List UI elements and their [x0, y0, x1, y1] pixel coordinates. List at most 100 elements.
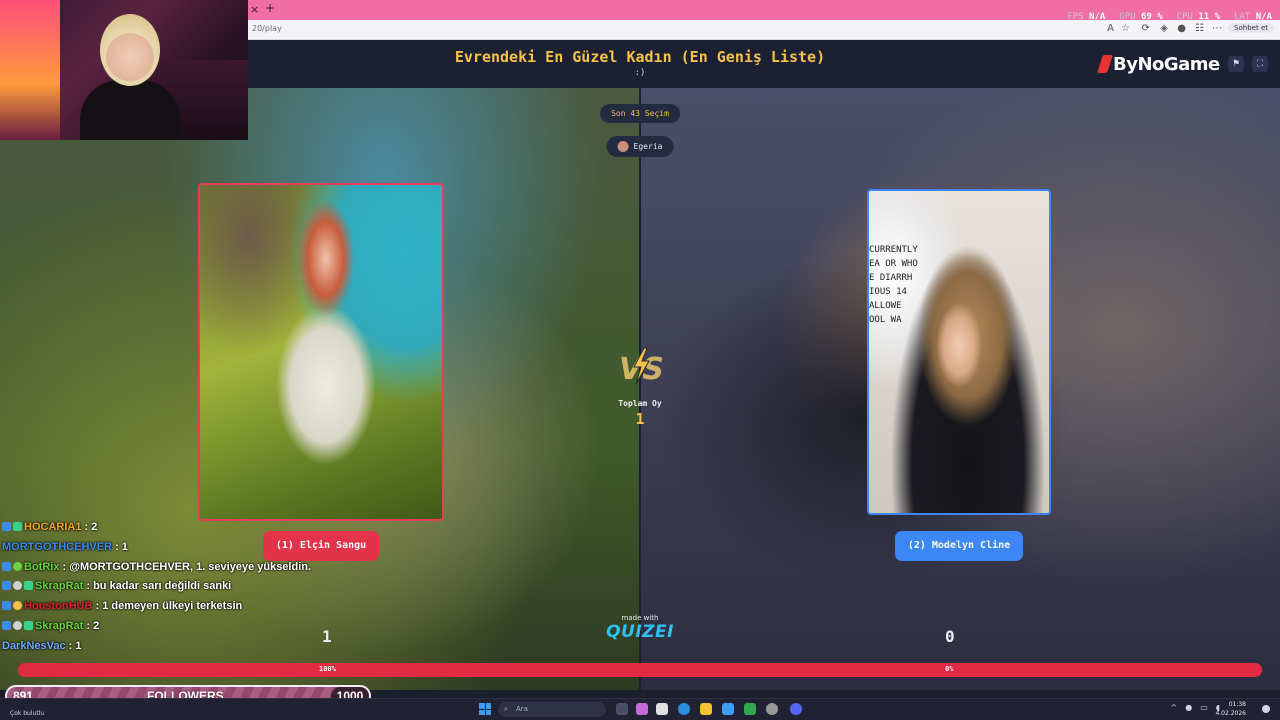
- chat-message: SkrapRat : 2: [2, 617, 322, 637]
- network-icon[interactable]: ▭: [1200, 703, 1208, 712]
- badge-icon: [13, 601, 22, 611]
- made-with-label: made with: [621, 614, 659, 622]
- chat-user: SkrapRat: [35, 619, 84, 632]
- notification-icon[interactable]: [1262, 705, 1270, 713]
- quizei-logo[interactable]: QUIZEI: [600, 622, 680, 642]
- url-text[interactable]: 20/play: [252, 24, 282, 33]
- weather-text[interactable]: Çok bulutlu: [10, 710, 44, 717]
- search-icon: ⌕: [504, 705, 508, 713]
- webcam-overlay: [0, 0, 248, 140]
- chat-text: : 2: [84, 521, 98, 533]
- user-pill[interactable]: Egeria: [606, 136, 674, 157]
- chevron-up-icon[interactable]: ^: [1171, 703, 1178, 712]
- total-votes-label: Toplam Oy: [618, 399, 662, 408]
- lat-label: LAT: [1234, 12, 1251, 22]
- chat-user: HOCARIA1: [24, 521, 82, 533]
- store-icon[interactable]: [656, 703, 668, 715]
- file-explorer-icon[interactable]: [700, 703, 712, 715]
- cpu-label: CPU: [1176, 12, 1193, 22]
- gpu-value: 69 %: [1140, 12, 1163, 22]
- chat-text: : 1 demeyen ülkeyi terketsin: [95, 600, 243, 613]
- refresh-icon[interactable]: ⟳: [1142, 23, 1150, 34]
- task-view-icon[interactable]: [616, 703, 628, 715]
- recent-choices-pill[interactable]: Son 43 Seçim: [600, 104, 680, 123]
- badge-icon: [13, 581, 22, 591]
- verified-icon: [13, 561, 22, 571]
- taskbar: Çok bulutlu ⌕ Ara ^ ● ▭ ◖ 01:38 4.02.2026: [0, 698, 1280, 720]
- right-candidate-photo[interactable]: CURRENTLY EA OR WHO E DIARRH IOUS 14 ALL…: [867, 189, 1051, 515]
- badge-icon: [13, 620, 22, 630]
- lat-value: N/A: [1255, 12, 1272, 22]
- right-percent: 0%: [945, 665, 954, 673]
- photo-sign-text: CURRENTLY EA OR WHO E DIARRH IOUS 14 ALL…: [869, 245, 918, 325]
- chat-user: BotRix: [24, 560, 60, 573]
- chat-button[interactable]: Sohbet et: [1228, 23, 1274, 33]
- app-icon[interactable]: [766, 703, 778, 715]
- flag-icon[interactable]: ⚑: [1228, 56, 1244, 72]
- discord-icon[interactable]: [790, 703, 802, 715]
- vote-progress-bar: 100% 0%: [18, 663, 1262, 677]
- chat-text: : @MORTGOTHCEHVER, 1. seviyeye yükseldin…: [62, 560, 312, 573]
- chat-text: : 1: [68, 639, 82, 652]
- bynogame-logo[interactable]: ByNoGame: [1097, 54, 1220, 75]
- copilot-icon[interactable]: [636, 703, 648, 715]
- new-tab-icon[interactable]: +: [265, 1, 275, 15]
- gpu-label: GPU: [1119, 12, 1136, 22]
- chat-message: DarkNesVac : 1: [2, 637, 322, 657]
- brand-name: ByNoGame: [1113, 54, 1220, 75]
- favorite-icon[interactable]: ☆: [1121, 23, 1130, 34]
- stream-chat: HOCARIA1 : 2 MORTGOTHCEHVER : 1 BotRix :…: [2, 518, 322, 657]
- chat-user: DarkNesVac: [2, 639, 66, 652]
- right-candidate-button[interactable]: (2) Modelyn Cline: [895, 531, 1023, 561]
- chat-message: MORTGOTHCEHVER : 1: [2, 538, 322, 558]
- badge-icon: [2, 601, 11, 611]
- more-icon[interactable]: ⋯: [1212, 23, 1222, 34]
- clock-date: 4.02.2026: [1215, 710, 1246, 717]
- clock-time: 01:38: [1228, 701, 1246, 708]
- address-bar[interactable]: 20/play A ☆ ⟳ ◈ ● ☷ ⋯ Sohbet et: [248, 20, 1280, 40]
- badge-icon: [2, 620, 11, 630]
- collections-icon[interactable]: ☷: [1195, 23, 1204, 34]
- user-name: Egeria: [633, 142, 663, 151]
- chat-text: : bu kadar sarı değildi sanki: [86, 580, 232, 593]
- left-percent: 100%: [319, 665, 336, 673]
- mic-icon[interactable]: ●: [1185, 703, 1192, 712]
- left-candidate-photo[interactable]: [198, 183, 444, 521]
- chat-user: SkrapRat: [35, 580, 84, 593]
- extension-icon[interactable]: ◈: [1160, 23, 1168, 34]
- start-icon[interactable]: [479, 703, 491, 715]
- chat-text: : 1: [115, 540, 128, 553]
- badge-icon: [13, 522, 22, 531]
- center-divider: [639, 88, 641, 690]
- vs-icon: VS: [619, 347, 663, 386]
- fullscreen-icon[interactable]: ⛶: [1252, 56, 1268, 72]
- system-tray: ^ ● ▭ ◖: [1171, 703, 1220, 712]
- profile-icon[interactable]: ●: [1177, 23, 1186, 34]
- app-icon[interactable]: [744, 703, 756, 715]
- clock[interactable]: 01:38 4.02.2026: [1215, 700, 1246, 718]
- badge-icon: [24, 581, 33, 591]
- taskbar-search-label: Ara: [516, 705, 528, 713]
- close-tab-icon[interactable]: ×: [250, 3, 259, 16]
- badge-icon: [2, 561, 11, 571]
- chat-message: HoustonHUB : 1 demeyen ülkeyi terketsin: [2, 597, 322, 617]
- app-icon[interactable]: [722, 703, 734, 715]
- badge-icon: [2, 522, 11, 531]
- chat-user: HoustonHUB: [24, 600, 93, 613]
- fps-value: N/A: [1089, 12, 1106, 22]
- chat-message: BotRix : @MORTGOTHCEHVER, 1. seviyeye yü…: [2, 558, 322, 578]
- bynogame-mark-icon: [1097, 55, 1113, 73]
- cpu-value: 11 %: [1198, 12, 1221, 22]
- total-votes-value: 1: [635, 410, 645, 428]
- read-aloud-icon[interactable]: A: [1107, 23, 1114, 34]
- performance-overlay: FPS N/A GPU 69 % CPU 11 % LAT N/A: [1067, 12, 1272, 22]
- chat-message: HOCARIA1 : 2: [2, 518, 322, 538]
- right-score: 0: [945, 627, 955, 646]
- edge-icon[interactable]: [678, 703, 690, 715]
- chat-text: : 2: [86, 619, 100, 632]
- taskbar-search[interactable]: ⌕ Ara: [498, 702, 606, 717]
- fps-label: FPS: [1067, 12, 1084, 22]
- badge-icon: [24, 620, 33, 630]
- avatar: [617, 141, 629, 152]
- badge-icon: [2, 581, 11, 591]
